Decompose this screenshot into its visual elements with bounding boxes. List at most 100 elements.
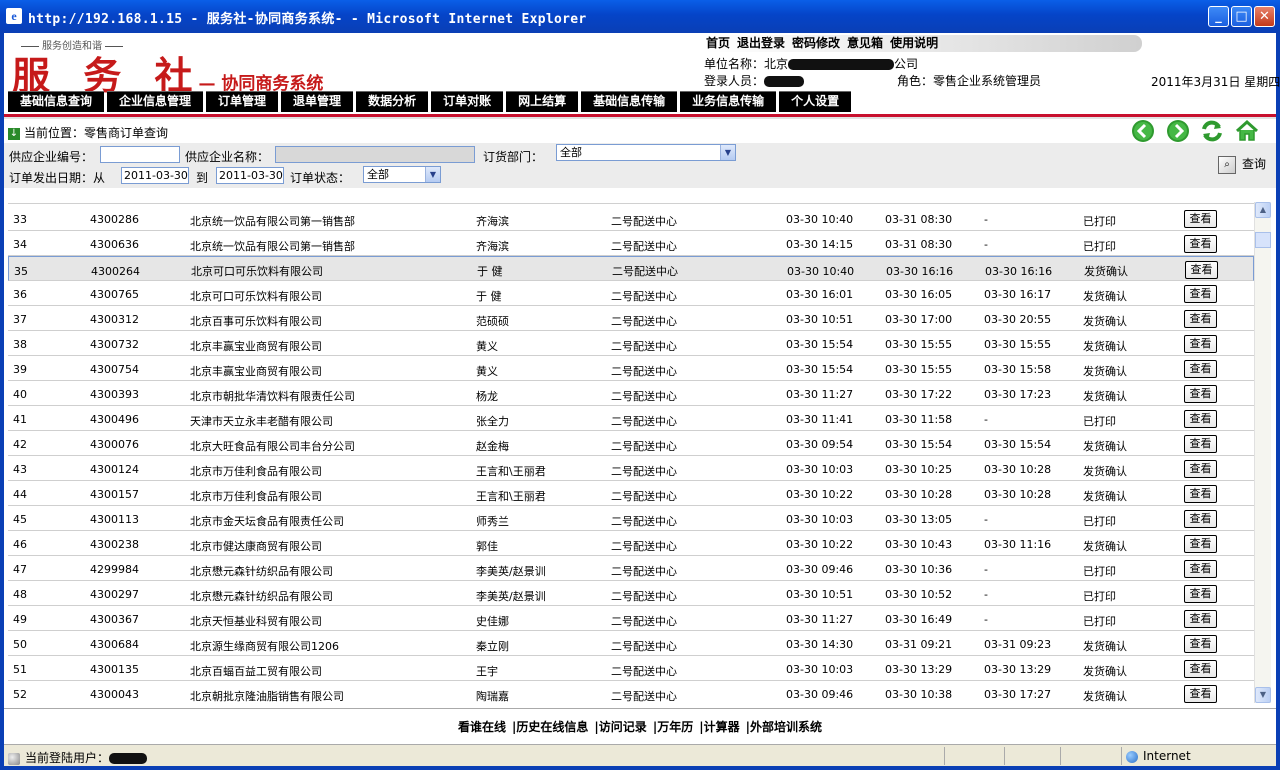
- nav-personal-settings[interactable]: 个人设置: [779, 91, 852, 112]
- supplier-name-label: 供应企业名称：: [185, 150, 270, 164]
- view-button[interactable]: 查看: [1184, 610, 1217, 628]
- status-select[interactable]: 全部 ▼: [363, 166, 441, 183]
- current-date: 2011年3月31日 星期四: [1151, 75, 1280, 89]
- footer-link-access-log[interactable]: |访问记录: [594, 720, 646, 734]
- table-row[interactable]: 44 4300157 北京市万佳利食品有限公司 王言和\王丽君 二号配送中心 03-30 …: [8, 481, 1254, 506]
- table-row[interactable]: 48 4300297 北京懋元森针纺织品有限公司 李美英/赵景训 二号配送中心 03-30…: [8, 581, 1254, 606]
- table-row[interactable]: 38 4300732 北京丰赢宝业商贸有限公司 黄义 二号配送中心 03-30 15:54…: [8, 331, 1254, 356]
- supplier-name-input[interactable]: [275, 146, 475, 163]
- table-row[interactable]: 47 4299984 北京懋元森针纺织品有限公司 李美英/赵景训 二号配送中心 03-30…: [8, 556, 1254, 581]
- date-from-input[interactable]: 2011-03-30: [121, 167, 189, 184]
- cell-t2: 03-30 10:43: [885, 538, 953, 551]
- view-button[interactable]: 查看: [1184, 560, 1217, 578]
- table-row[interactable]: 52 4300043 北京朝批京隆油脂销售有限公司 陶瑞嘉 二号配送中心 03-30 09…: [8, 681, 1254, 703]
- nav-basic-info-query[interactable]: 基础信息查询: [8, 91, 105, 112]
- cell-t1: 03-30 16:01: [786, 288, 854, 301]
- forward-icon[interactable]: [1166, 119, 1190, 143]
- scroll-thumb[interactable]: [1255, 232, 1271, 248]
- link-home[interactable]: 首页: [706, 36, 730, 50]
- nav-data-analysis[interactable]: 数据分析: [356, 91, 429, 112]
- scroll-down-icon[interactable]: ▼: [1255, 687, 1271, 703]
- view-button[interactable]: 查看: [1184, 435, 1217, 453]
- cell-dept: 二号配送中心: [611, 540, 677, 553]
- user-label: 登录人员：: [704, 74, 765, 88]
- scroll-up-icon[interactable]: ▲: [1255, 202, 1271, 218]
- footer-link-calendar[interactable]: |万年历: [653, 720, 693, 734]
- nav-order-management[interactable]: 订单管理: [206, 91, 279, 112]
- cell-supplier: 北京朝批京隆油脂销售有限公司: [190, 690, 344, 703]
- table-row[interactable]: 35 4300264 北京可口可乐饮料有限公司 于 健 二号配送中心 03-30 10:4…: [8, 256, 1254, 281]
- nav-basic-info-transfer[interactable]: 基础信息传输: [581, 91, 678, 112]
- nav-return-management[interactable]: 退单管理: [281, 91, 354, 112]
- nav-order-reconcile[interactable]: 订单对账: [431, 91, 504, 112]
- view-button[interactable]: 查看: [1184, 385, 1217, 403]
- cell-t3: 03-30 13:29: [984, 663, 1052, 676]
- footer-link-training[interactable]: |外部培训系统: [746, 720, 822, 734]
- view-button[interactable]: 查看: [1184, 585, 1217, 603]
- table-row[interactable]: 40 4300393 北京市朝批华清饮料有限责任公司 杨龙 二号配送中心 03-30 11…: [8, 381, 1254, 406]
- view-button[interactable]: 查看: [1184, 685, 1217, 703]
- view-button[interactable]: 查看: [1184, 235, 1217, 253]
- link-help[interactable]: 使用说明: [890, 36, 938, 50]
- cell-supplier: 北京统一饮品有限公司第一销售部: [190, 215, 355, 228]
- back-icon[interactable]: [1131, 119, 1155, 143]
- cell-t2: 03-30 16:16: [886, 265, 954, 278]
- table-row[interactable]: 41 4300496 天津市天立永丰老醋有限公司 张全力 二号配送中心 03-30 11:…: [8, 406, 1254, 431]
- view-button[interactable]: 查看: [1184, 635, 1217, 653]
- date-to-input[interactable]: 2011-03-30: [216, 167, 284, 184]
- view-button[interactable]: 查看: [1184, 210, 1217, 228]
- table-row[interactable]: 34 4300636 北京统一饮品有限公司第一销售部 齐海滨 二号配送中心 03-30 1…: [8, 231, 1254, 256]
- cell-order: 4300124: [90, 463, 139, 476]
- table-row[interactable]: 51 4300135 北京百蝠百益工贸有限公司 王宇 二号配送中心 03-30 10:03…: [8, 656, 1254, 681]
- view-button[interactable]: 查看: [1185, 261, 1218, 279]
- close-button[interactable]: ✕: [1254, 6, 1275, 27]
- nav-business-info-transfer[interactable]: 业务信息传输: [680, 91, 777, 112]
- table-row[interactable]: 37 4300312 北京百事可乐饮料有限公司 范硕硕 二号配送中心 03-30 10:5…: [8, 306, 1254, 331]
- view-button[interactable]: 查看: [1184, 535, 1217, 553]
- view-button[interactable]: 查看: [1184, 360, 1217, 378]
- view-button[interactable]: 查看: [1184, 485, 1217, 503]
- dept-label: 订货部门：: [483, 150, 544, 164]
- table-row[interactable]: 39 4300754 北京丰赢宝业商贸有限公司 黄义 二号配送中心 03-30 15:54…: [8, 356, 1254, 381]
- cell-no: 39: [13, 363, 27, 376]
- view-button[interactable]: 查看: [1184, 660, 1217, 678]
- footer-link-history[interactable]: |历史在线信息: [512, 720, 588, 734]
- cell-t2: 03-30 16:05: [885, 288, 953, 301]
- table-row[interactable]: 46 4300238 北京市健达康商贸有限公司 郭佳 二号配送中心 03-30 10:22…: [8, 531, 1254, 556]
- maximize-button[interactable]: □: [1231, 6, 1252, 27]
- cell-contact: 赵金梅: [476, 440, 509, 453]
- cell-t3: -: [984, 563, 988, 576]
- unit-name: 单位名称：北京 公司: [704, 55, 918, 72]
- footer-links: 看谁在线 |历史在线信息 |访问记录 |万年历 |计算器 |外部培训系统: [4, 708, 1276, 744]
- view-button[interactable]: 查看: [1184, 510, 1217, 528]
- table-row[interactable]: 43 4300124 北京市万佳利食品有限公司 王言和\王丽君 二号配送中心 03-30 …: [8, 456, 1254, 481]
- table-row[interactable]: 45 4300113 北京市金天坛食品有限责任公司 师秀兰 二号配送中心 03-30 10…: [8, 506, 1254, 531]
- view-button[interactable]: 查看: [1184, 410, 1217, 428]
- table-row[interactable]: 50 4300684 北京源生缘商贸有限公司1206 秦立刚 二号配送中心 03-30 1…: [8, 631, 1254, 656]
- footer-link-calculator[interactable]: |计算器: [699, 720, 739, 734]
- cell-order: 4300367: [90, 613, 139, 626]
- view-button[interactable]: 查看: [1184, 335, 1217, 353]
- nav-online-settlement[interactable]: 网上结算: [506, 91, 579, 112]
- table-row[interactable]: 36 4300765 北京可口可乐饮料有限公司 于 健 二号配送中心 03-30 16:0…: [8, 281, 1254, 306]
- minimize-button[interactable]: _: [1208, 6, 1229, 27]
- home-icon[interactable]: [1235, 119, 1259, 143]
- dept-select[interactable]: 全部 ▼: [556, 144, 736, 161]
- query-button[interactable]: ⌕ 查询: [1218, 155, 1266, 174]
- status-label: 订单状态：: [290, 171, 351, 185]
- vertical-scrollbar[interactable]: ▲ ▼: [1254, 202, 1271, 703]
- cell-t1: 03-30 11:41: [786, 413, 854, 426]
- view-button[interactable]: 查看: [1184, 285, 1217, 303]
- table-row[interactable]: 49 4300367 北京天恒基业科贸有限公司 史佳娜 二号配送中心 03-30 11:2…: [8, 606, 1254, 631]
- refresh-icon[interactable]: [1200, 119, 1224, 143]
- link-logout[interactable]: 退出登录: [737, 36, 785, 50]
- table-row[interactable]: 33 4300286 北京统一饮品有限公司第一销售部 齐海滨 二号配送中心 03-30 1…: [8, 206, 1254, 231]
- footer-link-online[interactable]: 看谁在线: [458, 720, 506, 734]
- table-row[interactable]: 42 4300076 北京大旺食品有限公司丰台分公司 赵金梅 二号配送中心 03-30 0…: [8, 431, 1254, 456]
- link-change-password[interactable]: 密码修改: [792, 36, 840, 50]
- view-button[interactable]: 查看: [1184, 460, 1217, 478]
- supplier-code-input[interactable]: [100, 146, 180, 163]
- nav-enterprise-info[interactable]: 企业信息管理: [107, 91, 204, 112]
- view-button[interactable]: 查看: [1184, 310, 1217, 328]
- link-feedback[interactable]: 意见箱: [847, 36, 883, 50]
